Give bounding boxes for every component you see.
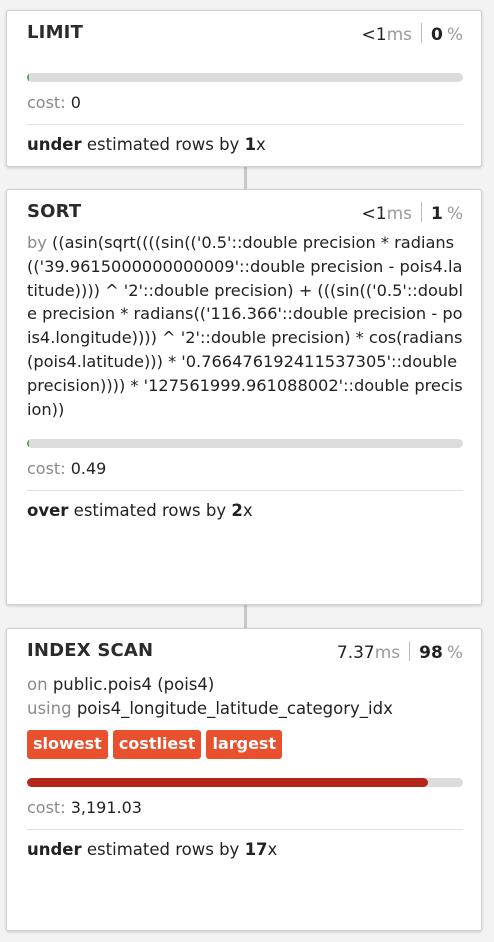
time-value: <1 (361, 203, 387, 224)
relation-row: on public.pois4 (pois4) (27, 673, 463, 697)
node-stats: <1 ms 0% (362, 20, 463, 45)
node-divider (27, 124, 463, 125)
estimate-text: estimated rows by (86, 839, 240, 859)
index-row: using pois4_longitude_latitude_category_… (27, 697, 463, 721)
estimate-suffix: x (267, 839, 278, 859)
estimate-factor: 2 (231, 501, 243, 521)
percent-value: 0 (431, 24, 443, 45)
sort-by-label: by (27, 233, 47, 252)
duration-bar-fill (27, 777, 429, 787)
node-title: SORT (27, 200, 82, 222)
sort-key-detail: by ((asin(sqrt((((sin(('0.5'::double pre… (27, 231, 463, 421)
node-title: INDEX SCAN (27, 639, 154, 661)
node-header: SORT <1 ms 1% (27, 190, 463, 228)
node-tags: slowest costliest largest (27, 729, 463, 759)
node-title: LIMIT (27, 21, 84, 43)
time-unit: ms (386, 203, 412, 224)
plan-node-limit[interactable]: LIMIT <1 ms 0% cost: 0 under estimated ro… (6, 10, 482, 167)
estimate-factor: 17 (244, 839, 268, 859)
cost-row: cost: 3,191.03 (27, 797, 463, 819)
cost-label: cost: (27, 93, 66, 112)
duration-bar (27, 73, 463, 82)
stats-separator (409, 640, 411, 661)
node-header: LIMIT <1 ms 0% (27, 11, 463, 49)
percent-value: 98 (419, 642, 443, 663)
relation-name: public.pois4 (pois4) (52, 675, 215, 694)
node-divider (27, 828, 463, 830)
percent-value: 1 (431, 203, 443, 224)
duration-bar (27, 777, 463, 787)
node-stats: 7.37 ms 98% (337, 638, 463, 663)
percent-sign: % (446, 203, 463, 224)
relation-detail: on public.pois4 (pois4) using pois4_long… (27, 673, 463, 721)
time-value: <1 (361, 24, 387, 45)
estimate-direction: under (27, 839, 82, 859)
stats-separator (421, 201, 422, 222)
estimate-direction: over (27, 501, 69, 521)
plan-node-index-scan[interactable]: INDEX SCAN 7.37 ms 98% on public.pois4 (p… (6, 628, 482, 931)
time-unit: ms (386, 24, 412, 45)
duration-bar-fill (27, 439, 29, 449)
cost-label: cost: (27, 797, 66, 817)
tag-costliest: costliest (112, 729, 202, 759)
row-estimate: over estimated rows by 2x (27, 500, 463, 522)
tag-largest: largest (206, 729, 283, 759)
tag-slowest: slowest (27, 729, 108, 759)
row-estimate: under estimated rows by 17x (27, 839, 463, 861)
tree-connector (244, 167, 247, 189)
sort-key-expression: ((asin(sqrt((((sin(('0.5'::double precis… (27, 233, 463, 419)
duration-bar (27, 439, 463, 449)
percent-sign: % (446, 642, 463, 663)
cost-label: cost: (27, 459, 66, 479)
cost-value: 0 (70, 93, 81, 112)
using-label: using (27, 698, 72, 718)
cost-value: 3,191.03 (70, 797, 142, 817)
on-label: on (27, 675, 48, 694)
time-unit: ms (374, 642, 401, 663)
index-name: pois4_longitude_latitude_category_idx (76, 698, 393, 718)
plan-tree: LIMIT <1 ms 0% cost: 0 under estimated ro… (0, 0, 494, 942)
estimate-text: estimated rows by (86, 135, 240, 154)
tree-connector (244, 605, 247, 628)
row-estimate: under estimated rows by 1x (27, 134, 463, 156)
estimate-direction: under (27, 135, 82, 154)
duration-bar-fill (27, 73, 29, 82)
plan-node-sort[interactable]: SORT <1 ms 1% by ((asin(sqrt((((sin(('0.5… (6, 189, 482, 605)
cost-row: cost: 0 (27, 92, 463, 114)
estimate-text: estimated rows by (73, 501, 227, 521)
estimate-suffix: x (256, 135, 266, 154)
node-header: INDEX SCAN 7.37 ms 98% (27, 629, 463, 667)
time-value: 7.37 (336, 642, 375, 663)
node-stats: <1 ms 1% (362, 199, 463, 224)
cost-row: cost: 0.49 (27, 458, 463, 480)
estimate-factor: 1 (244, 135, 257, 154)
estimate-suffix: x (242, 501, 253, 521)
cost-value: 0.49 (70, 459, 107, 479)
stats-separator (421, 22, 422, 43)
node-divider (27, 490, 463, 492)
percent-sign: % (446, 24, 463, 45)
